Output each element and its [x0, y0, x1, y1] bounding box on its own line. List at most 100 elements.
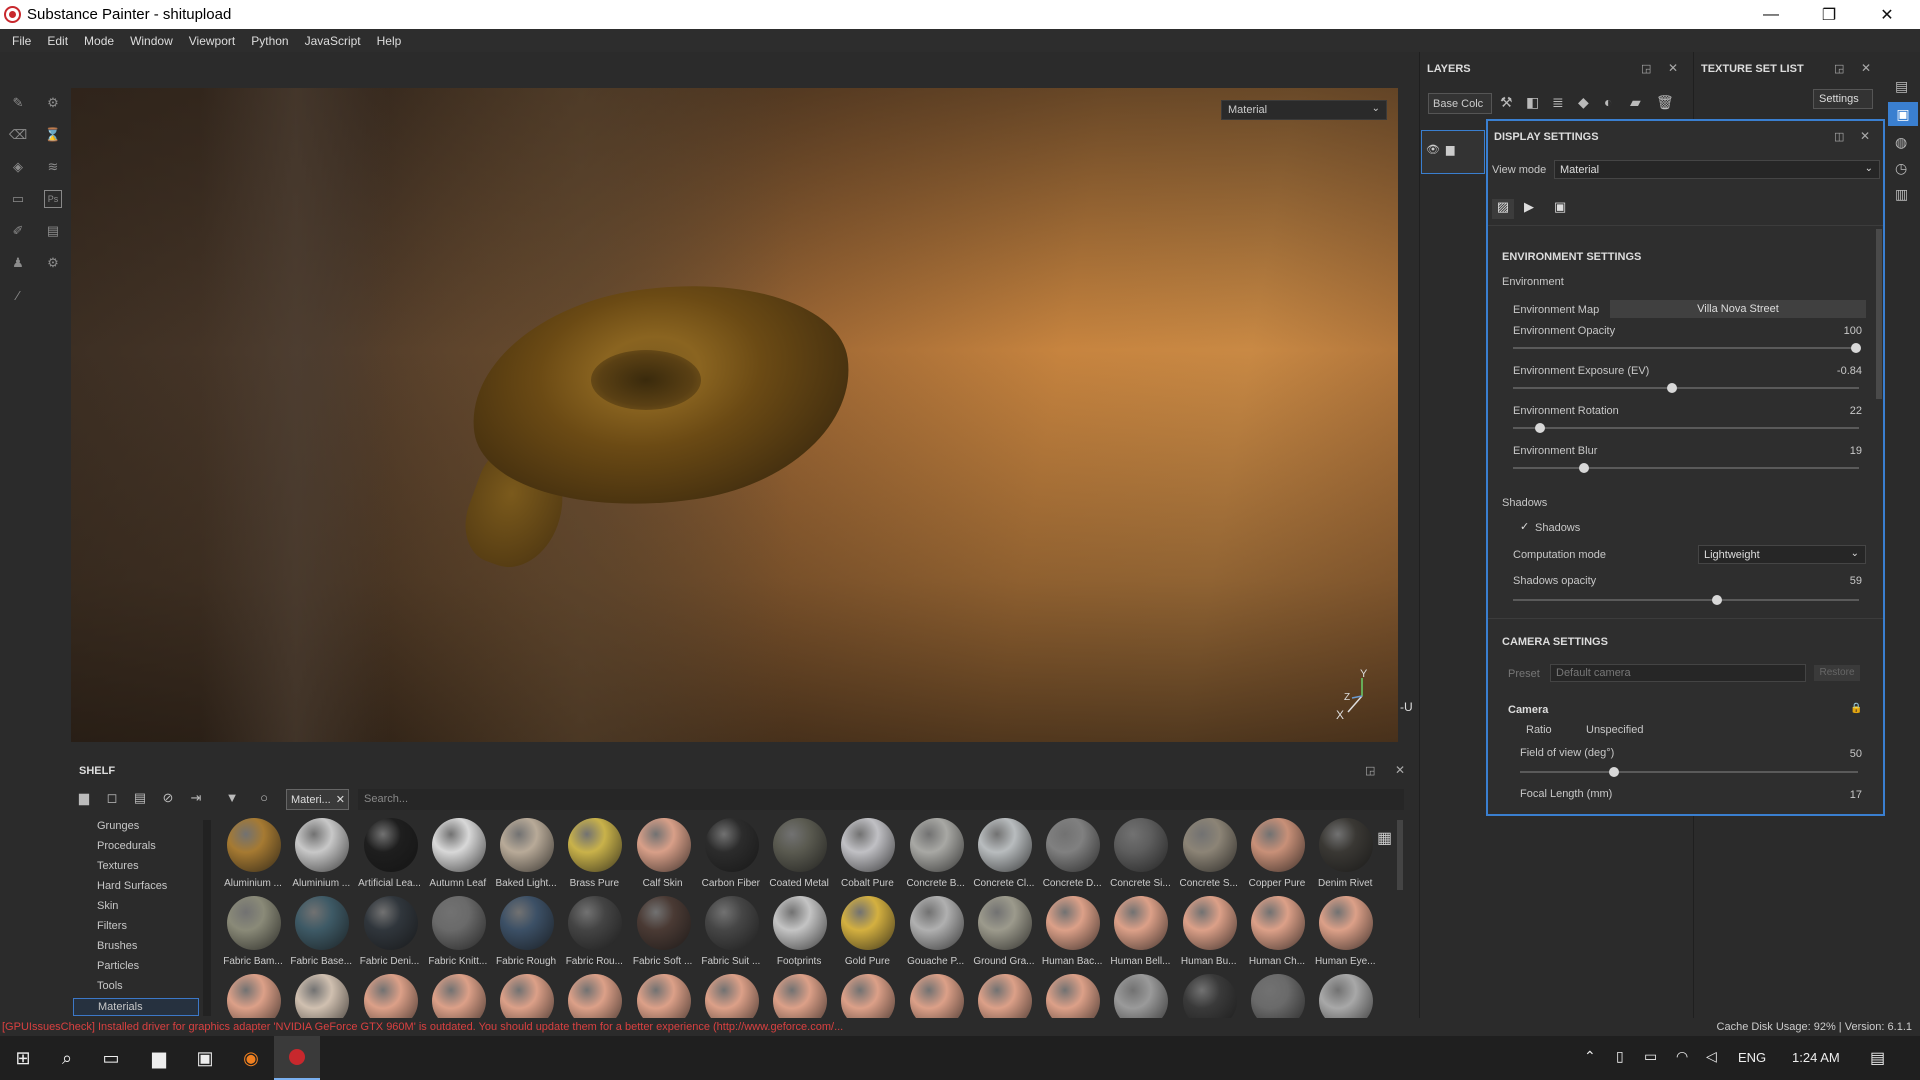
windows-logo-icon[interactable]: ⊞	[0, 1036, 46, 1080]
material-tile[interactable]: Autumn Leaf	[424, 818, 490, 896]
hourglass-icon[interactable]: ⌛	[44, 126, 62, 144]
material-tile[interactable]	[765, 974, 831, 1018]
export-icon[interactable]: ▤	[44, 222, 62, 240]
material-tile[interactable]	[1038, 974, 1104, 1018]
material-tile[interactable]: Fabric Knitt...	[424, 896, 490, 974]
material-tile[interactable]: Human Ch...	[1243, 896, 1309, 974]
category-grunges[interactable]: Grunges	[97, 820, 139, 832]
layer-row[interactable]: 👁 ▆	[1421, 130, 1485, 174]
material-tile[interactable]: Denim Rivet	[1311, 818, 1377, 896]
search-icon[interactable]: ⌕	[44, 1036, 90, 1080]
menu-edit[interactable]: Edit	[39, 34, 76, 48]
material-tile[interactable]	[287, 974, 353, 1018]
material-tile[interactable]: Cobalt Pure	[833, 818, 899, 896]
layers-stack-icon[interactable]: ≋	[44, 158, 62, 176]
slider-value[interactable]: 100	[1822, 325, 1862, 337]
material-tile[interactable]: Carbon Fiber	[697, 818, 763, 896]
clone-icon[interactable]: ♟	[9, 254, 27, 272]
environment-map-button[interactable]: Villa Nova Street	[1610, 300, 1866, 318]
restore-button[interactable]: Restore	[1814, 665, 1860, 681]
material-tile[interactable]: Brass Pure	[560, 818, 626, 896]
fov-slider[interactable]	[1520, 767, 1858, 777]
view-mode-dropdown[interactable]: Material ⌄	[1554, 160, 1880, 179]
category-scrollbar[interactable]	[203, 820, 211, 1016]
slider-handle[interactable]	[1579, 463, 1589, 473]
category-tools[interactable]: Tools	[97, 980, 123, 992]
category-particles[interactable]: Particles	[97, 960, 139, 972]
menu-window[interactable]: Window	[122, 34, 181, 48]
category-procedurals[interactable]: Procedurals	[97, 840, 156, 852]
material-tile[interactable]: Coated Metal	[765, 818, 831, 896]
material-tile[interactable]: Human Bell...	[1106, 896, 1172, 974]
chevron-up-icon[interactable]: ⌃	[1584, 1048, 1596, 1065]
material-tile[interactable]	[356, 974, 422, 1018]
add-folder-icon[interactable]: ▰	[1630, 94, 1641, 111]
material-tile[interactable]	[560, 974, 626, 1018]
menu-viewport[interactable]: Viewport	[181, 34, 243, 48]
delete-icon[interactable]: 🗑	[1656, 94, 1674, 111]
material-tile[interactable]	[1175, 974, 1241, 1018]
slider-handle[interactable]	[1851, 343, 1861, 353]
material-tile[interactable]: Baked Light...	[492, 818, 558, 896]
channel-dropdown[interactable]: Base Colc	[1428, 93, 1492, 114]
close-panel-icon[interactable]: ✕	[1861, 61, 1871, 75]
close-panel-icon[interactable]: ✕	[1668, 61, 1678, 75]
category-textures[interactable]: Textures	[97, 860, 139, 872]
material-tile[interactable]	[424, 974, 490, 1018]
environment-slider[interactable]	[1513, 463, 1859, 473]
material-tile[interactable]: Human Eye...	[1311, 896, 1377, 974]
material-tile[interactable]	[1311, 974, 1377, 1018]
category-skin[interactable]: Skin	[97, 900, 118, 912]
settings-icon[interactable]: ⚙	[44, 254, 62, 272]
lock-icon[interactable]: 🔒	[1850, 703, 1862, 714]
viewport-mode-dropdown[interactable]: Material ⌄	[1221, 100, 1387, 120]
texture-set-settings-dropdown[interactable]: Settings	[1813, 89, 1873, 109]
slider-handle[interactable]	[1711, 595, 1722, 605]
device-icon[interactable]: ▯	[1616, 1048, 1624, 1065]
photoshop-icon[interactable]: Ps	[44, 190, 62, 208]
material-tile[interactable]: Concrete D...	[1038, 818, 1104, 896]
notification-icon[interactable]: ▤	[1870, 1048, 1885, 1068]
wifi-icon[interactable]: ◠	[1676, 1048, 1688, 1065]
material-tile[interactable]	[1106, 974, 1172, 1018]
menu-javascript[interactable]: JavaScript	[297, 34, 369, 48]
fill-layer-icon[interactable]: ◆	[1578, 94, 1589, 111]
material-tile[interactable]: Artificial Lea...	[356, 818, 422, 896]
3d-scene[interactable]	[71, 88, 1398, 742]
display-settings-icon[interactable]: ▣	[1888, 102, 1918, 126]
environment-tab-icon[interactable]: ▨	[1492, 199, 1514, 219]
material-tile[interactable]	[970, 974, 1036, 1018]
close-icon[interactable]: ✕	[1860, 129, 1870, 143]
material-tile[interactable]	[833, 974, 899, 1018]
material-tile[interactable]	[902, 974, 968, 1018]
material-tile[interactable]: Concrete Cl...	[970, 818, 1036, 896]
fov-value[interactable]: 50	[1822, 748, 1862, 760]
category-hard-surfaces[interactable]: Hard Surfaces	[97, 880, 167, 892]
viewer-tab-icon[interactable]: ▣	[1554, 199, 1566, 215]
color-picker-icon[interactable]: ⁄	[9, 286, 27, 304]
material-tile[interactable]: Concrete Si...	[1106, 818, 1172, 896]
category-materials[interactable]: Materials	[73, 998, 199, 1016]
material-tile[interactable]	[697, 974, 763, 1018]
slider-handle[interactable]	[1609, 767, 1620, 777]
mask-add-icon[interactable]: ◐	[1604, 94, 1612, 110]
hide-icon[interactable]: ⊘	[159, 790, 177, 808]
camera-tab-icon[interactable]: ▶	[1524, 199, 1534, 215]
camera-preset-input[interactable]: Default camera	[1550, 664, 1806, 682]
material-tile[interactable]: Calf Skin	[629, 818, 695, 896]
material-tile[interactable]	[492, 974, 558, 1018]
texture-set-settings-icon[interactable]: ▤	[1895, 78, 1908, 95]
folder-icon[interactable]: ▆	[136, 1036, 182, 1080]
filter-icon[interactable]: ▼	[223, 790, 241, 808]
effects-icon[interactable]: ⚒	[1500, 94, 1513, 111]
refresh-icon[interactable]: ○	[255, 790, 273, 808]
mask-icon[interactable]: ◧	[1526, 94, 1539, 111]
language-indicator[interactable]: ENG	[1738, 1050, 1766, 1065]
close-panel-icon[interactable]: ✕	[1395, 763, 1405, 777]
gpu-warning-text[interactable]: [GPUIssuesCheck] Installed driver for gr…	[2, 1021, 843, 1033]
environment-slider[interactable]	[1513, 423, 1859, 433]
brush-settings-icon[interactable]: ⚙	[44, 94, 62, 112]
blender-icon[interactable]: ◉	[228, 1036, 274, 1080]
volume-icon[interactable]: ◁	[1706, 1048, 1717, 1065]
log-icon[interactable]: ▥	[1895, 186, 1908, 203]
